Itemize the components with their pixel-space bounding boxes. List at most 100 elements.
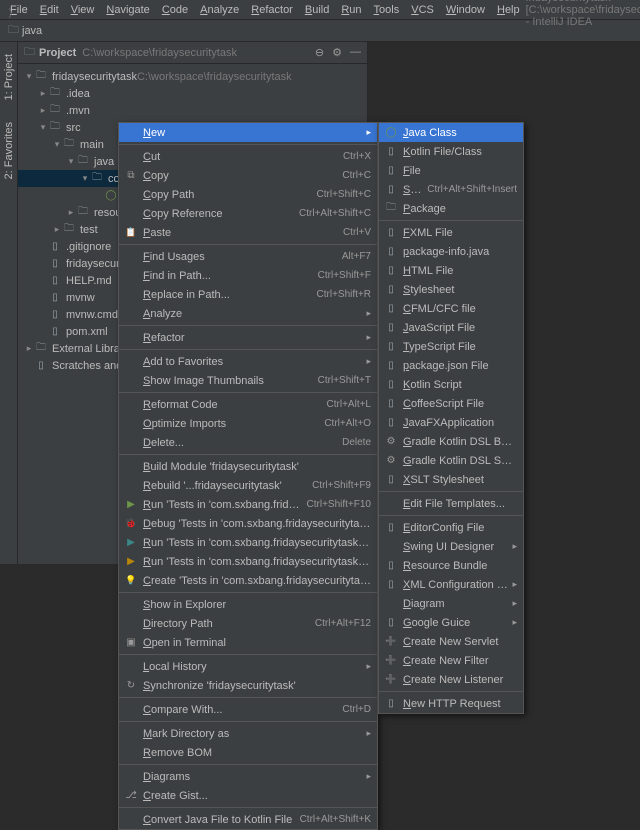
menu-item[interactable]: Copy PathCtrl+Shift+C [119,185,377,204]
menu-item[interactable]: Refactor▸ [119,328,377,347]
menu-item[interactable]: Stylesheet [379,280,523,299]
tree-arrow-icon[interactable]: ▾ [52,139,62,150]
menu-code[interactable]: Code [156,2,194,18]
tree-arrow-icon[interactable]: ▾ [66,156,76,167]
crumb[interactable]: main [6,0,109,5]
menu-item[interactable]: JavaFXApplication [379,413,523,432]
menu-item[interactable]: Create New Listener [379,670,523,689]
menu-item[interactable]: Create New Servlet [379,632,523,651]
menu-item[interactable]: EditorConfig File [379,518,523,537]
tree-arrow-icon[interactable]: ▸ [52,224,62,235]
menu-item[interactable]: New▸ [119,123,377,142]
menu-item[interactable]: Local History▸ [119,657,377,676]
menu-item[interactable]: Find in Path...Ctrl+Shift+F [119,266,377,285]
menu-item[interactable]: Run 'Tests in 'com.sxbang.fridaysecurity… [119,495,377,514]
menu-item[interactable]: Rebuild '...fridaysecuritytask'Ctrl+Shif… [119,476,377,495]
menu-item[interactable]: Gradle Kotlin DSL Settings [379,451,523,470]
menu-item[interactable]: Add to Favorites▸ [119,352,377,371]
menu-item[interactable]: Scratch FileCtrl+Alt+Shift+Insert [379,180,523,199]
menu-label: package.json File [403,360,517,372]
menu-item[interactable]: Run 'Tests in 'com.sxbang.fridaysecurity… [119,552,377,571]
menu-item[interactable]: Remove BOM [119,743,377,762]
tree-arrow-icon[interactable]: ▾ [24,71,34,82]
menu-item[interactable]: Show in Explorer [119,595,377,614]
menu-item[interactable]: Resource Bundle [379,556,523,575]
menu-item[interactable]: Swing UI Designer▸ [379,537,523,556]
menu-vcs[interactable]: VCS [405,2,440,18]
menu-item[interactable]: New HTTP Request [379,694,523,713]
collapse-icon[interactable]: ⊖ [315,46,324,59]
context-menu[interactable]: New▸ CutCtrl+XCopyCtrl+CCopy PathCtrl+Shi… [118,122,378,830]
menu-item[interactable]: Analyze▸ [119,304,377,323]
menu-item[interactable]: Run 'Tests in 'com.sxbang.fridaysecurity… [119,533,377,552]
menu-item[interactable]: Create New Filter [379,651,523,670]
menu-item[interactable]: CoffeeScript File [379,394,523,413]
menu-build[interactable]: Build [299,2,335,18]
tree-row[interactable]: ▸.idea [18,85,367,102]
menu-run[interactable]: Run [335,2,367,18]
menu-item[interactable]: Diagrams▸ [119,767,377,786]
menu-label: New HTTP Request [403,698,517,710]
menu-item[interactable]: XML Configuration File▸ [379,575,523,594]
menu-item[interactable]: Mark Directory as▸ [119,724,377,743]
menu-item[interactable]: HTML File [379,261,523,280]
tree-arrow-icon[interactable]: ▸ [66,207,76,218]
menu-item[interactable]: Debug 'Tests in 'com.sxbang.fridaysecuri… [119,514,377,533]
menu-item[interactable]: Build Module 'fridaysecuritytask' [119,457,377,476]
menu-item[interactable]: CopyCtrl+C [119,166,377,185]
menu-item[interactable]: Synchronize 'fridaysecuritytask' [119,676,377,695]
tab-project[interactable]: 1: Project [2,48,16,106]
tree-arrow-icon[interactable]: ▾ [38,122,48,133]
menu-item[interactable]: Java Class [379,123,523,142]
menu-item[interactable]: package-info.java [379,242,523,261]
menu-item[interactable]: package.json File [379,356,523,375]
menu-refactor[interactable]: Refactor [245,2,299,18]
menu-item[interactable]: Open in Terminal [119,633,377,652]
new-submenu[interactable]: Java ClassKotlin File/ClassFileScratch F… [378,122,524,714]
menu-help[interactable]: Help [491,2,526,18]
tab-favorites[interactable]: 2: Favorites [2,116,16,185]
menu-item[interactable]: Copy ReferenceCtrl+Alt+Shift+C [119,204,377,223]
menu-item[interactable]: Reformat CodeCtrl+Alt+L [119,395,377,414]
menu-item[interactable]: Show Image ThumbnailsCtrl+Shift+T [119,371,377,390]
menu-item[interactable]: TypeScript File [379,337,523,356]
menu-item[interactable]: Gradle Kotlin DSL Build Script [379,432,523,451]
menu-tools[interactable]: Tools [368,2,406,18]
tree-arrow-icon[interactable]: ▸ [38,88,48,99]
tree-label: test [80,224,98,236]
menu-item[interactable]: Kotlin File/Class [379,142,523,161]
tree-arrow-icon[interactable]: ▸ [38,105,48,116]
menu-item[interactable]: Create 'Tests in 'com.sxbang.fridaysecur… [119,571,377,590]
tree-arrow-icon[interactable]: ▸ [24,343,34,354]
menu-item[interactable]: PasteCtrl+V [119,223,377,242]
menu-item[interactable]: Google Guice▸ [379,613,523,632]
menu-item[interactable]: Convert Java File to Kotlin FileCtrl+Alt… [119,810,377,829]
menu-item[interactable]: Directory PathCtrl+Alt+F12 [119,614,377,633]
menu-item[interactable]: CFML/CFC file [379,299,523,318]
gear-icon[interactable]: ⚙ [332,46,342,59]
menu-item[interactable]: Edit File Templates... [379,494,523,513]
menu-item[interactable]: Create Gist... [119,786,377,805]
menu-item[interactable]: JavaScript File [379,318,523,337]
tree-row[interactable]: ▸.mvn [18,102,367,119]
menu-item[interactable]: XSLT Stylesheet [379,470,523,489]
hide-icon[interactable]: — [350,46,361,59]
menu-item[interactable]: Package [379,199,523,218]
menu-window[interactable]: Window [440,2,491,18]
tree-row[interactable]: ▾fridaysecuritytask C:\workspace\fridays… [18,68,367,85]
menu-label: Show Image Thumbnails [143,375,312,387]
menu-analyze[interactable]: Analyze [194,2,245,18]
menu-item[interactable]: Find UsagesAlt+F7 [119,247,377,266]
tree-arrow-icon[interactable]: ▾ [80,173,90,184]
menu-item[interactable]: Diagram▸ [379,594,523,613]
menu-item[interactable]: Delete...Delete [119,433,377,452]
sync-icon [123,679,139,693]
menu-item[interactable]: Optimize ImportsCtrl+Alt+O [119,414,377,433]
menu-item[interactable]: Compare With...Ctrl+D [119,700,377,719]
menu-item[interactable]: FXML File [379,223,523,242]
menu-item[interactable]: Kotlin Script [379,375,523,394]
menu-item[interactable]: File [379,161,523,180]
menu-item[interactable]: CutCtrl+X [119,147,377,166]
menu-item[interactable]: Replace in Path...Ctrl+Shift+R [119,285,377,304]
crumb[interactable]: java [6,21,109,40]
